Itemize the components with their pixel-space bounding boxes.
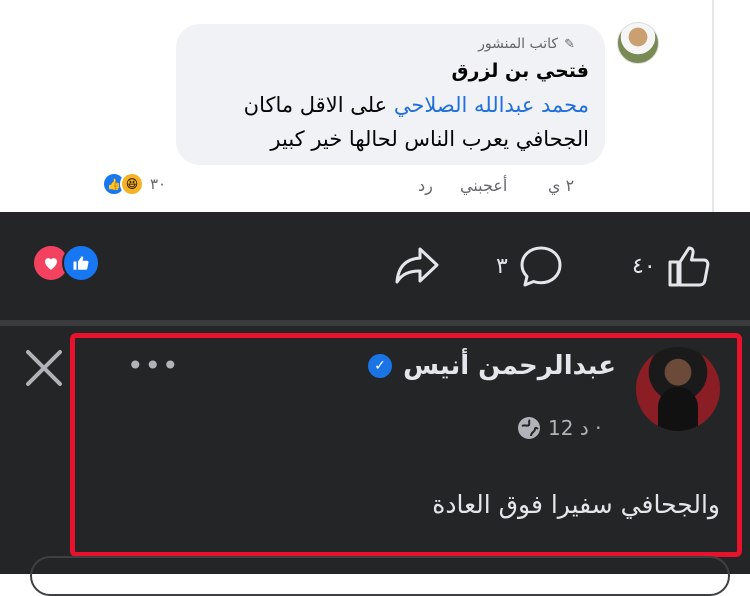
mention-link[interactable]: محمد عبدالله الصلاحي (394, 93, 589, 117)
like-icon (62, 244, 100, 282)
comment-reaction-count: ٣٠ (150, 175, 167, 193)
comment-text: محمد عبدالله الصلاحي على الاقل ماكان الج… (189, 88, 589, 156)
like-count: ٤٠ (632, 253, 656, 279)
more-options-icon[interactable]: ••• (127, 349, 180, 382)
author-tag-label: كاتب المنشور (478, 36, 559, 52)
post-reactions[interactable] (32, 244, 100, 282)
post-meta: 12 د · (518, 416, 601, 440)
comment-bubble: ✎ كاتب المنشور فتحي بن لزرق محمد عبدالله… (176, 24, 605, 165)
comment-button[interactable]: ٣ (496, 244, 564, 288)
comment-reply-button[interactable]: رد (418, 176, 433, 195)
avatar-figure (658, 387, 698, 431)
post-author-avatar[interactable] (636, 347, 720, 431)
thread-line (712, 0, 714, 212)
commenter-avatar[interactable] (617, 22, 659, 64)
verified-badge-icon: ✓ (368, 354, 392, 378)
globe-icon (518, 417, 540, 439)
author-tag: ✎ كاتب المنشور (478, 36, 575, 52)
comment-text-part: على الاقل ماكان (243, 93, 394, 117)
comment-count: ٣ (496, 253, 508, 279)
haha-icon: 😆 (120, 172, 144, 196)
comment-reactions[interactable]: 👍 😆 ٣٠ (102, 172, 166, 196)
share-icon (395, 247, 439, 284)
comment-text-line2: الجحافي يعرب الناس لحالها خير كبير (270, 127, 589, 151)
post-text: والجحافي سفيرا فوق العادة (432, 490, 720, 519)
post-time[interactable]: 12 د · (548, 416, 601, 440)
comment-input-edge[interactable] (30, 556, 730, 596)
commenter-name[interactable]: فتحي بن لزرق (452, 60, 589, 82)
post-author-name[interactable]: عبدالرحمن أنيس (403, 351, 616, 381)
comment-time[interactable]: ٢ ي (548, 176, 574, 195)
share-button[interactable] (394, 244, 440, 286)
thumb-up-icon (668, 246, 710, 287)
comment-icon (520, 246, 562, 287)
like-button[interactable]: ٤٠ (632, 244, 712, 288)
close-icon[interactable] (22, 346, 66, 390)
pencil-icon: ✎ (564, 36, 575, 52)
comment-like-button[interactable]: أعجبني (460, 176, 507, 195)
